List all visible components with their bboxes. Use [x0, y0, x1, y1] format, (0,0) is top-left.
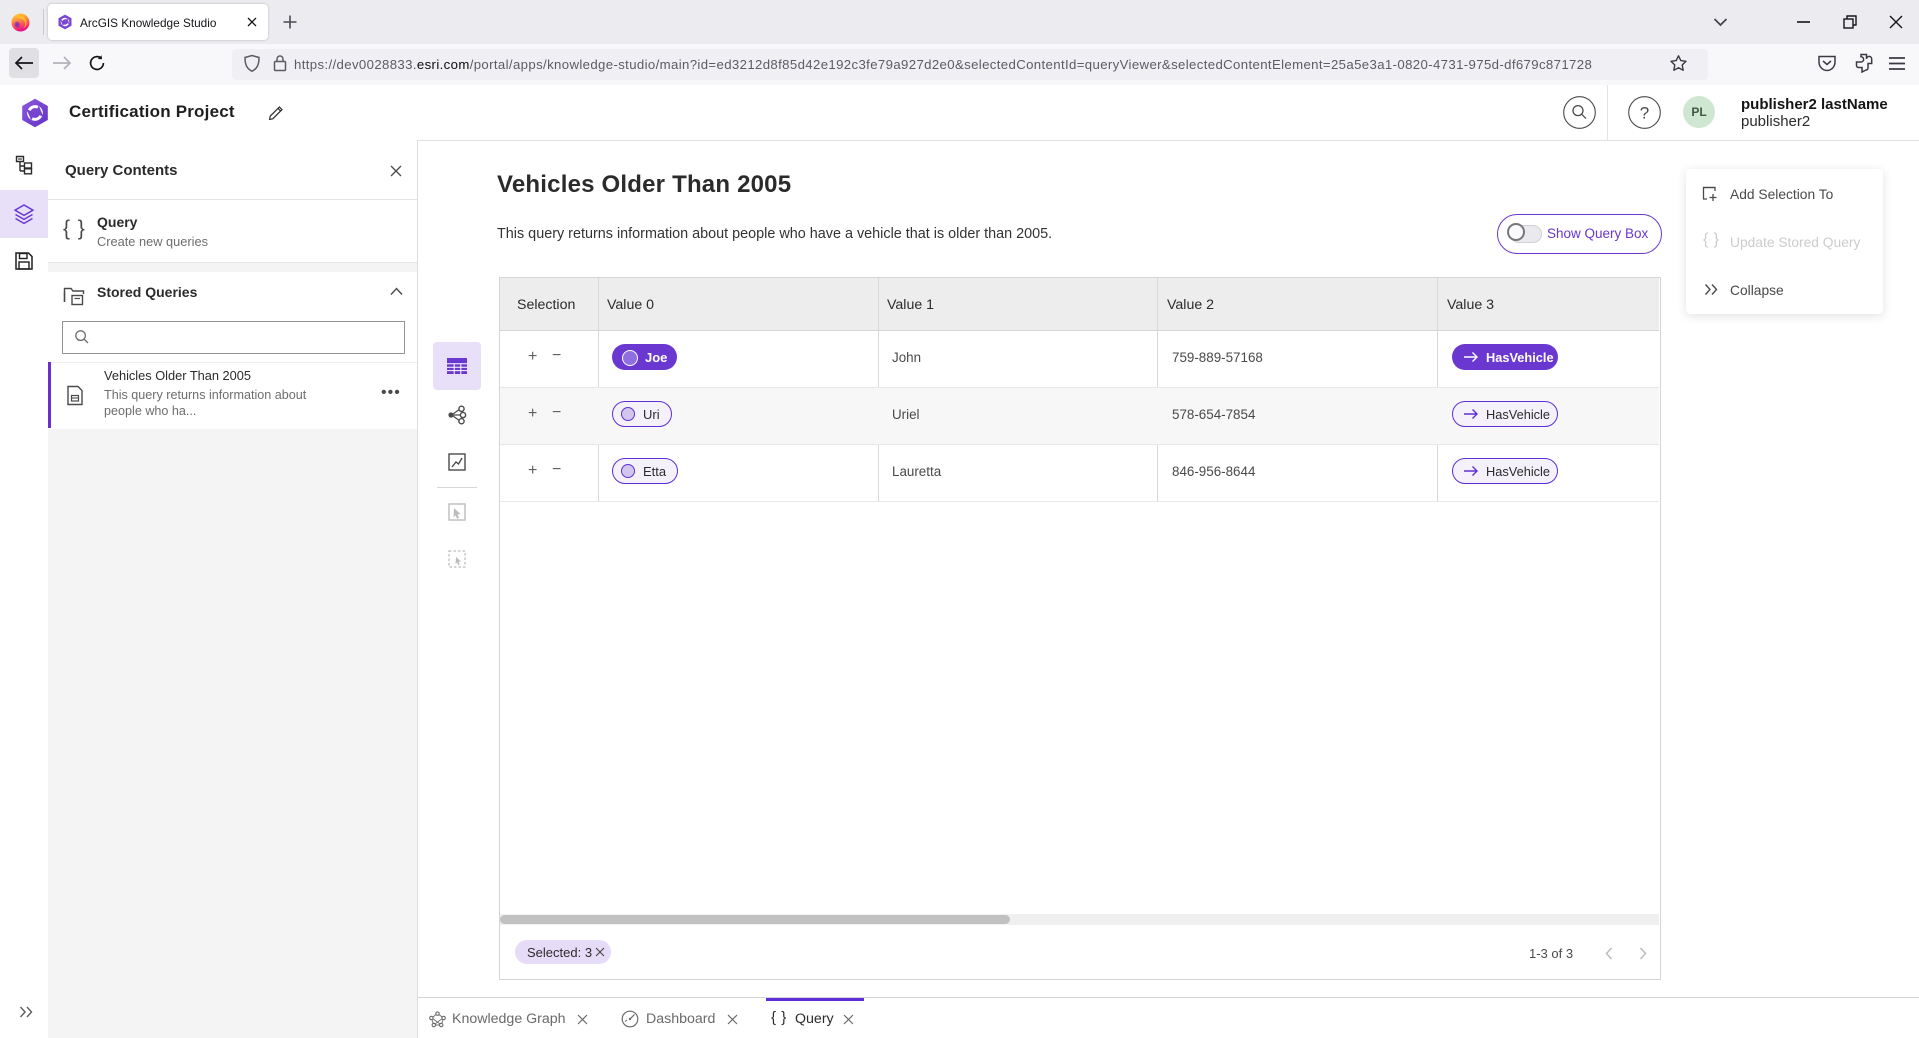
- svg-text:?: ?: [1640, 104, 1649, 123]
